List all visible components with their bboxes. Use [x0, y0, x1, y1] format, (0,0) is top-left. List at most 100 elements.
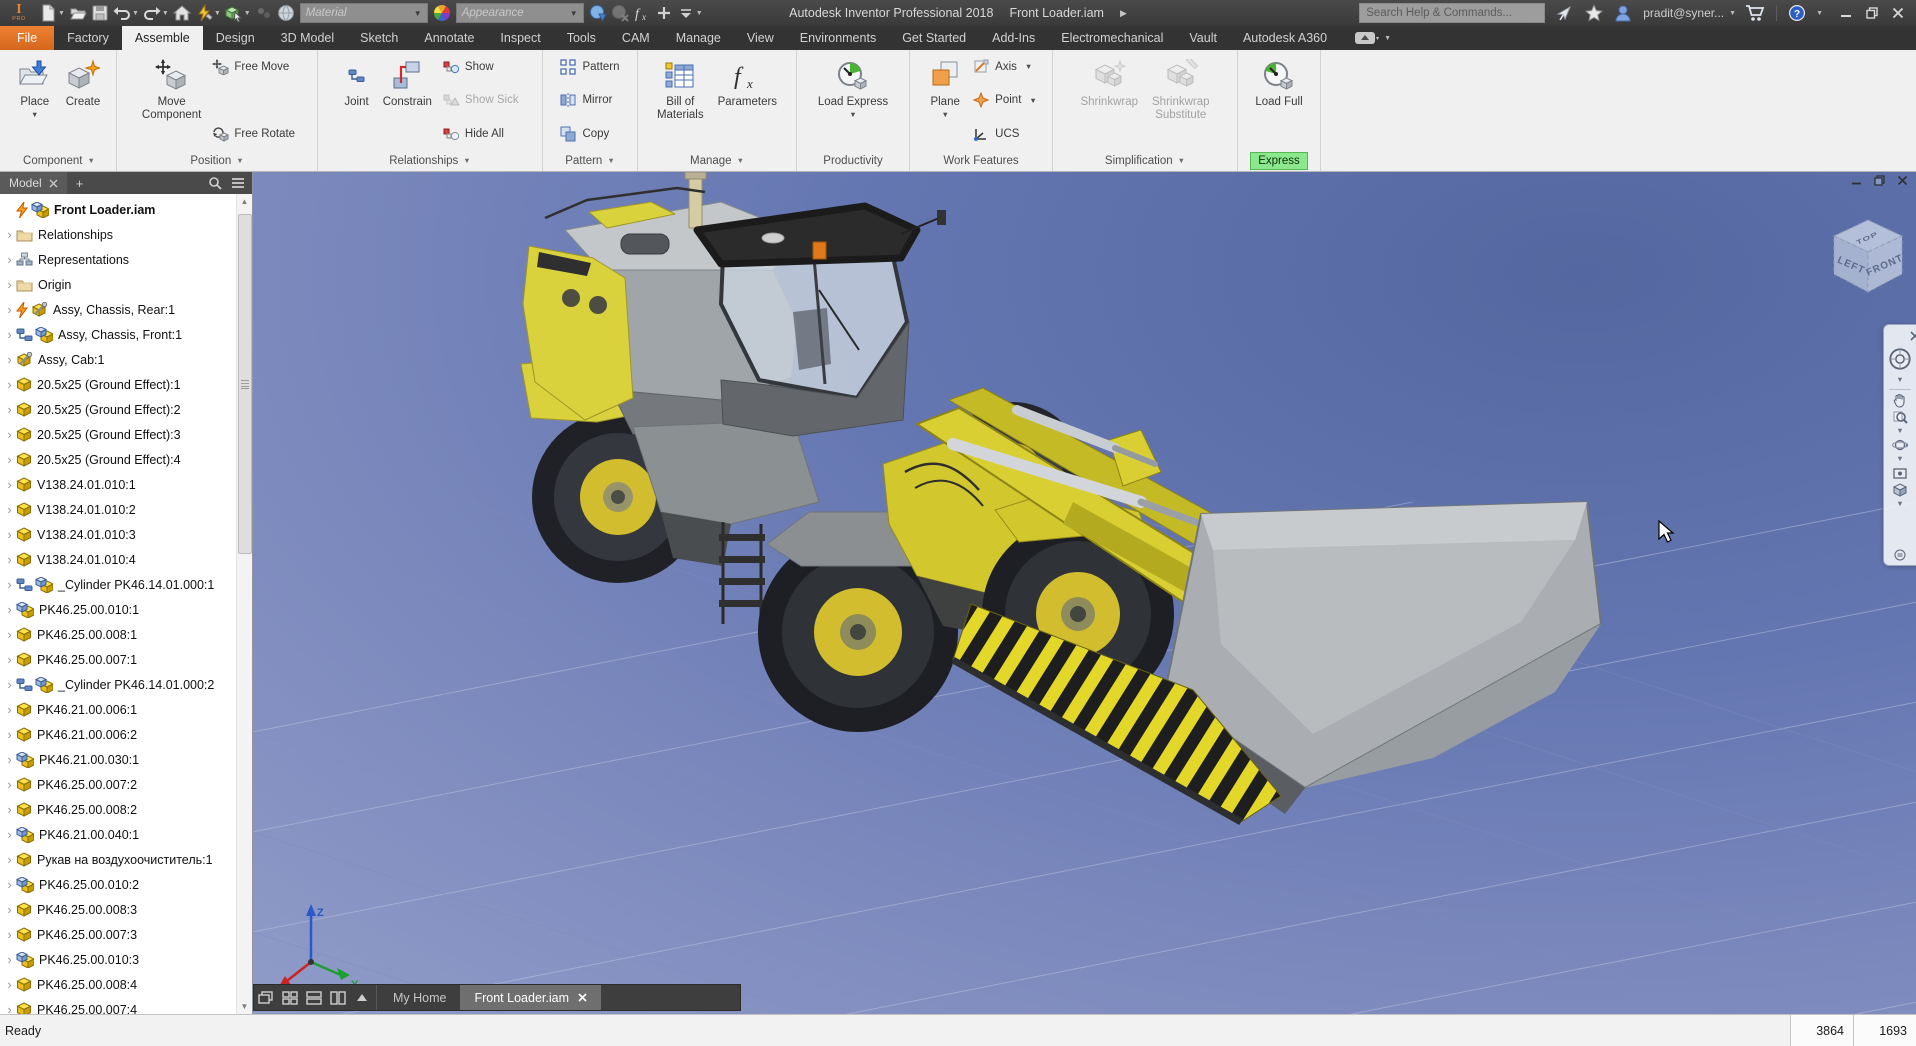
ribbon-button-create[interactable]: Create — [59, 52, 108, 150]
caret-down-icon[interactable]: ▼ — [1888, 498, 1912, 509]
ribbon-tab-tools[interactable]: Tools — [554, 26, 609, 50]
expand-chevron-icon[interactable]: › — [3, 428, 16, 441]
expand-chevron-icon[interactable]: › — [3, 378, 16, 391]
ribbon-group-label-productivity[interactable]: Productivity — [797, 150, 909, 171]
tree-item-pk46-21-00-030-1[interactable]: ›PK46.21.00.030:1 — [0, 747, 252, 772]
document-tab-my-home[interactable]: My Home — [379, 985, 460, 1010]
tree-item-v138-24-01-010-4[interactable]: ›V138.24.01.010:4 — [0, 547, 252, 572]
ribbon-tab-manage[interactable]: Manage — [663, 26, 734, 50]
expand-chevron-icon[interactable]: › — [3, 528, 16, 541]
tree-item-20-5x25-ground-effect-3[interactable]: ›20.5x25 (Ground Effect):3 — [0, 422, 252, 447]
tree-item-pk46-25-00-007-4[interactable]: ›PK46.25.00.007:4 — [0, 997, 252, 1014]
expand-chevron-icon[interactable]: › — [3, 253, 16, 266]
tree-item-pk46-21-00-040-1[interactable]: ›PK46.21.00.040:1 — [0, 822, 252, 847]
ribbon-button-plane[interactable]: Plane▼ — [921, 52, 969, 150]
ribbon-tab-cam[interactable]: CAM — [609, 26, 663, 50]
fx-icon[interactable]: fx — [631, 2, 653, 24]
ribbon-button-bill-of-materials[interactable]: Bill ofMaterials — [650, 52, 711, 150]
caret-down-icon[interactable]: ▼ — [1888, 453, 1912, 464]
ribbon-tab-3d-model[interactable]: 3D Model — [268, 26, 348, 50]
ribbon-button-free-move[interactable]: Free Move — [212, 56, 295, 77]
ribbon-tab-inspect[interactable]: Inspect — [487, 26, 553, 50]
render-sphere-icon[interactable] — [275, 2, 297, 24]
tree-item-assy-chassis-rear-1[interactable]: ›Assy, Chassis, Rear:1 — [0, 297, 252, 322]
tree-item-20-5x25-ground-effect-4[interactable]: ›20.5x25 (Ground Effect):4 — [0, 447, 252, 472]
tree-item-pk46-25-00-007-2[interactable]: ›PK46.25.00.007:2 — [0, 772, 252, 797]
redo-icon[interactable]: ▼ — [141, 2, 171, 24]
ribbon-tab-electromechanical[interactable]: Electromechanical — [1048, 26, 1176, 50]
scroll-up-arrow-icon[interactable]: ▲ — [237, 194, 252, 209]
tree-item-20-5x25-ground-effect-2[interactable]: ›20.5x25 (Ground Effect):2 — [0, 397, 252, 422]
ribbon-tab-environments[interactable]: Environments — [787, 26, 889, 50]
ribbon-button-free-rotate[interactable]: Free Rotate — [212, 123, 295, 144]
tree-item-pk46-25-00-008-1[interactable]: ›PK46.25.00.008:1 — [0, 622, 252, 647]
tree-item-cylinder-pk46-14-01-000-1[interactable]: ›_Cylinder PK46.14.01.000:1 — [0, 572, 252, 597]
tree-item-pk46-21-00-006-2[interactable]: ›PK46.21.00.006:2 — [0, 722, 252, 747]
ribbon-group-label-work-features[interactable]: Work Features — [910, 150, 1052, 171]
expand-chevron-icon[interactable]: › — [3, 853, 16, 866]
component-select-icon[interactable]: ▼ — [223, 2, 253, 24]
tree-item-assy-chassis-front-1[interactable]: ›Assy, Chassis, Front:1 — [0, 322, 252, 347]
title-expand-arrow-icon[interactable]: ▶ — [1120, 8, 1127, 19]
material-combo[interactable]: Material ▼ — [300, 3, 428, 23]
qat-customize-icon[interactable]: ▼ — [675, 2, 705, 24]
browser-tab-model[interactable]: Model — [0, 172, 67, 194]
ribbon-group-label-relationships[interactable]: Relationships▼ — [318, 150, 542, 171]
ribbon-button-mirror[interactable]: Mirror — [560, 90, 619, 111]
cloud-panel-icon[interactable]: ▼ — [1354, 26, 1391, 50]
user-account-menu[interactable]: pradit@syner... ▼ — [1643, 6, 1736, 20]
expand-chevron-icon[interactable]: › — [3, 1003, 16, 1014]
tree-item-front-loader-iam[interactable]: Front Loader.iam — [0, 197, 252, 222]
tree-item-pk46-25-00-010-3[interactable]: ›PK46.25.00.010:3 — [0, 947, 252, 972]
browser-scrollbar[interactable]: ▲▼ — [236, 194, 252, 1014]
undo-icon[interactable]: ▼ — [111, 2, 141, 24]
ribbon-tab-add-ins[interactable]: Add-Ins — [979, 26, 1048, 50]
look-at-icon[interactable] — [1888, 464, 1912, 481]
expand-chevron-icon[interactable]: › — [3, 678, 16, 691]
expand-chevron-icon[interactable]: › — [3, 703, 16, 716]
expand-chevron-icon[interactable]: › — [3, 778, 16, 791]
ribbon-button-constrain[interactable]: Constrain — [376, 52, 439, 150]
home-icon[interactable] — [171, 2, 193, 24]
tree-item-pk46-25-00-010-1[interactable]: ›PK46.25.00.010:1 — [0, 597, 252, 622]
tree-item-pk46-25-00-007-3[interactable]: ›PK46.25.00.007:3 — [0, 922, 252, 947]
ribbon-button-joint[interactable]: Joint — [337, 52, 375, 150]
navbar-collapse-icon[interactable] — [1888, 546, 1912, 563]
ribbon-tab-vault[interactable]: Vault — [1176, 26, 1230, 50]
expand-chevron-icon[interactable]: › — [3, 903, 16, 916]
close-icon[interactable] — [49, 179, 58, 188]
ribbon-group-label-manage[interactable]: Manage▼ — [638, 150, 796, 171]
expand-chevron-icon[interactable]: › — [3, 828, 16, 841]
orbit-icon[interactable] — [1888, 436, 1912, 453]
color-wheel-icon[interactable] — [431, 2, 453, 24]
appearance-combo[interactable]: Appearance ▼ — [456, 3, 584, 23]
caret-down-icon[interactable]: ▼ — [1888, 374, 1912, 385]
expand-chevron-icon[interactable]: › — [3, 228, 16, 241]
sketch-flash-icon[interactable]: ▼ — [193, 2, 223, 24]
tree-item-pk46-25-00-010-2[interactable]: ›PK46.25.00.010:2 — [0, 872, 252, 897]
close-icon[interactable] — [578, 993, 587, 1002]
document-close-icon[interactable] — [1897, 175, 1908, 186]
ribbon-button-move-component[interactable]: MoveComponent — [135, 52, 208, 150]
ribbon-button-parameters[interactable]: fxParameters — [711, 52, 784, 150]
scroll-down-arrow-icon[interactable]: ▼ — [237, 999, 252, 1014]
expand-chevron-icon[interactable]: › — [3, 403, 16, 416]
ribbon-button-axis[interactable]: Axis▼ — [973, 56, 1037, 77]
ribbon-button-ucs[interactable]: UCS — [973, 123, 1037, 144]
tree-item-рукав-на-воздухоочиститель-1[interactable]: ›Рукав на воздухоочиститель:1 — [0, 847, 252, 872]
tree-item-assy-cab-1[interactable]: ›Assy, Cab:1 — [0, 347, 252, 372]
expand-chevron-icon[interactable]: › — [3, 578, 16, 591]
window-minimize-icon[interactable] — [1840, 7, 1852, 19]
tree-item-pk46-25-00-008-4[interactable]: ›PK46.25.00.008:4 — [0, 972, 252, 997]
view-cube[interactable]: TOP LEFT FRONT — [1830, 216, 1906, 296]
tile-vertical-icon[interactable] — [326, 985, 350, 1010]
tree-item-origin[interactable]: ›Origin — [0, 272, 252, 297]
ribbon-tab-sketch[interactable]: Sketch — [347, 26, 411, 50]
navigation-wheel-icon[interactable] — [1888, 344, 1912, 374]
ribbon-button-place[interactable]: Place▼ — [11, 52, 59, 150]
scrollbar-thumb[interactable] — [238, 214, 252, 554]
expand-chevron-icon[interactable]: › — [3, 928, 16, 941]
browser-search-icon[interactable] — [208, 176, 222, 190]
favorites-star-icon[interactable] — [1583, 2, 1605, 24]
zoom-icon[interactable] — [1888, 408, 1912, 425]
